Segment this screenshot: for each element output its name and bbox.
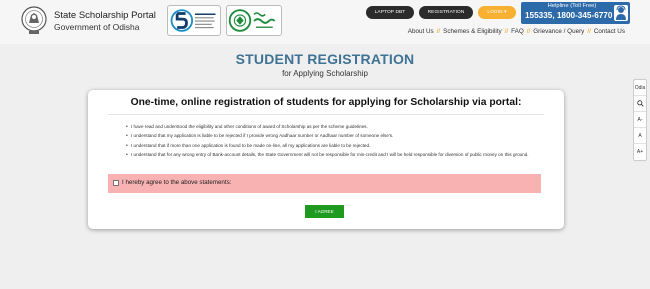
font-decrease-button[interactable]: A- [634,112,646,128]
search-button[interactable] [634,96,646,112]
statement-item: I have read and understood the eligibili… [126,124,546,131]
font-increase-button[interactable]: A+ [634,144,646,160]
i-agree-button[interactable]: I AGREE [305,205,344,218]
helpline-box[interactable]: Helpline (Toll Free) 155335, 1800-345-67… [521,2,630,24]
site-header: State Scholarship Portal Government of O… [0,0,650,44]
nav-separator: // [504,28,509,35]
statement-item: I understand that if more than one appli… [126,143,546,150]
font-reset-button[interactable]: A [634,128,646,144]
nav-separator: // [587,28,591,35]
nav-grievance-query[interactable]: Grievance / Query [533,28,584,35]
accessibility-sidebar: Odia A- A A+ [633,79,647,161]
nav-separator: // [526,28,531,35]
helpline-person-icon [614,5,628,21]
helpline-label: Helpline (Toll Free) [547,3,597,9]
registration-button[interactable]: REGISTRATION [419,6,473,19]
laptop-dbt-button[interactable]: LAPTOP DBT [366,6,414,19]
nav-about-us[interactable]: About Us [408,28,434,35]
statement-list: I have read and understood the eligibili… [126,124,546,162]
registration-card: One-time, online registration of student… [88,90,564,229]
divider [108,114,544,115]
portal-subtitle: Government of Odisha [54,22,140,32]
nav-faq[interactable]: FAQ [511,28,524,35]
statement-item: I understand that for any wrong entry of… [126,152,546,159]
agree-label[interactable]: I hereby agree to the above statements: [122,179,231,186]
mo-sarkar-logo [226,5,282,36]
5t-logo [167,5,221,36]
card-title: One-time, online registration of student… [130,97,522,108]
nav-schemes-eligibility[interactable]: Schemes & Eligibility [443,28,501,35]
odia-language-button[interactable]: Odia [634,80,646,96]
page-subtitle: for Applying Scholarship [282,69,368,78]
nav-separator: // [436,28,441,35]
search-icon [636,100,644,107]
statement-item: I understand that my application is liab… [126,133,546,140]
state-emblem-logo[interactable] [20,5,48,36]
agree-row: I hereby agree to the above statements: [108,174,541,193]
page-title: STUDENT REGISTRATION [235,51,415,67]
nav-contact-us[interactable]: Contact Us [594,28,625,35]
main-nav: About Us // Schemes & Eligibility // FAQ… [408,28,625,35]
helpline-numbers: 155335, 1800-345-6770 [525,11,613,20]
portal-title: State Scholarship Portal [54,10,156,21]
login-button[interactable]: LOGIN ▾ [478,6,516,19]
agree-checkbox[interactable] [113,180,119,186]
